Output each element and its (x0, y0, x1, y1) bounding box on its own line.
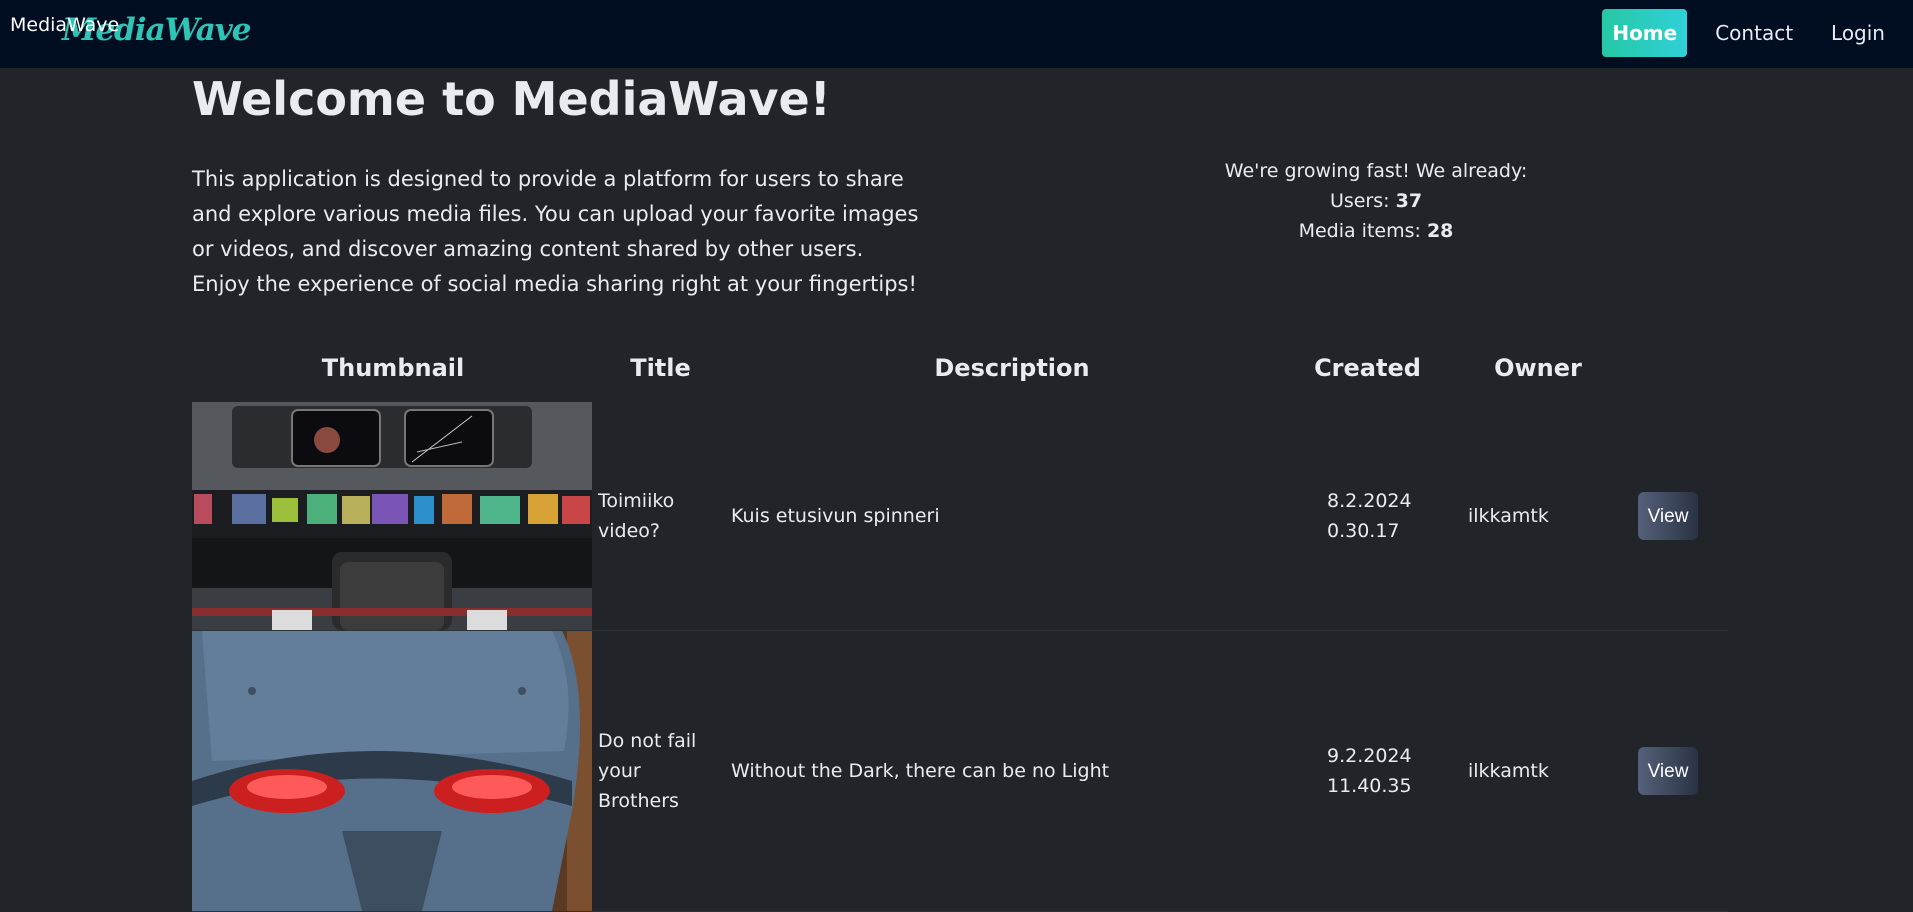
stats-box: We're growing fast! We already: Users: 3… (1152, 156, 1600, 246)
action-cell: View (1638, 402, 1728, 631)
created-cell: 8.2.2024 0.30.17 (1297, 402, 1438, 631)
description-cell: Without the Dark, there can be no Light (731, 760, 1110, 782)
action-cell: View (1638, 631, 1728, 912)
nav-links: Home Contact Login (1602, 8, 1913, 58)
created-cell: 9.2.2024 11.40.35 (1297, 631, 1438, 912)
users-label: Users: (1329, 190, 1396, 212)
page-title: Welcome to MediaWave! (192, 72, 831, 126)
view-button[interactable]: View (1638, 492, 1698, 540)
media-count: 28 (1426, 220, 1454, 242)
media-table: Thumbnail Title Description Created Owne… (192, 334, 1728, 912)
navbar: MediaWave MediaWave Home Contact Login (0, 0, 1913, 68)
thumbnail-cell (192, 402, 594, 631)
title-cell: Toimiiko video? (598, 490, 675, 542)
header-thumbnail: Thumbnail (321, 354, 465, 382)
armored-helmet-image (192, 631, 592, 911)
created-time: 11.40.35 (1327, 775, 1412, 797)
nav-contact-link[interactable]: Contact (1705, 9, 1803, 57)
title-cell: Do not fail your Brothers (598, 730, 697, 812)
users-count: 37 (1395, 190, 1423, 212)
header-title: Title (630, 354, 691, 382)
view-button[interactable]: View (1638, 747, 1698, 795)
created-date: 9.2.2024 (1327, 745, 1412, 767)
table-row: Do not fail your Brothers Without the Da… (192, 631, 1728, 912)
header-action (1638, 334, 1728, 402)
media-stat: Media items: 28 (1152, 216, 1600, 246)
description-cell: Kuis etusivun spinneri (731, 505, 940, 527)
owner-cell: ilkkamtk (1468, 760, 1549, 782)
nav-home-link[interactable]: Home (1602, 9, 1688, 57)
thumbnail-image[interactable] (192, 631, 592, 911)
media-label: Media items: (1298, 220, 1427, 242)
brand-text[interactable]: MediaWave (10, 14, 119, 36)
thumbnail-image[interactable] (192, 402, 592, 630)
users-stat: Users: 37 (1152, 186, 1600, 216)
owner-cell: ilkkamtk (1468, 505, 1549, 527)
table-header-row: Thumbnail Title Description Created Owne… (192, 334, 1728, 402)
table-row: Toimiiko video? Kuis etusivun spinneri 8… (192, 402, 1728, 631)
created-time: 0.30.17 (1327, 520, 1400, 542)
intro-text: This application is designed to provide … (192, 167, 919, 296)
stats-heading: We're growing fast! We already: (1224, 160, 1528, 182)
header-description: Description (934, 354, 1090, 382)
thumbnail-cell (192, 631, 594, 912)
header-owner: Owner (1494, 354, 1582, 382)
nav-login-link[interactable]: Login (1821, 9, 1895, 57)
starship-bridge-image (192, 402, 592, 630)
header-created: Created (1314, 354, 1421, 382)
created-date: 8.2.2024 (1327, 490, 1412, 512)
